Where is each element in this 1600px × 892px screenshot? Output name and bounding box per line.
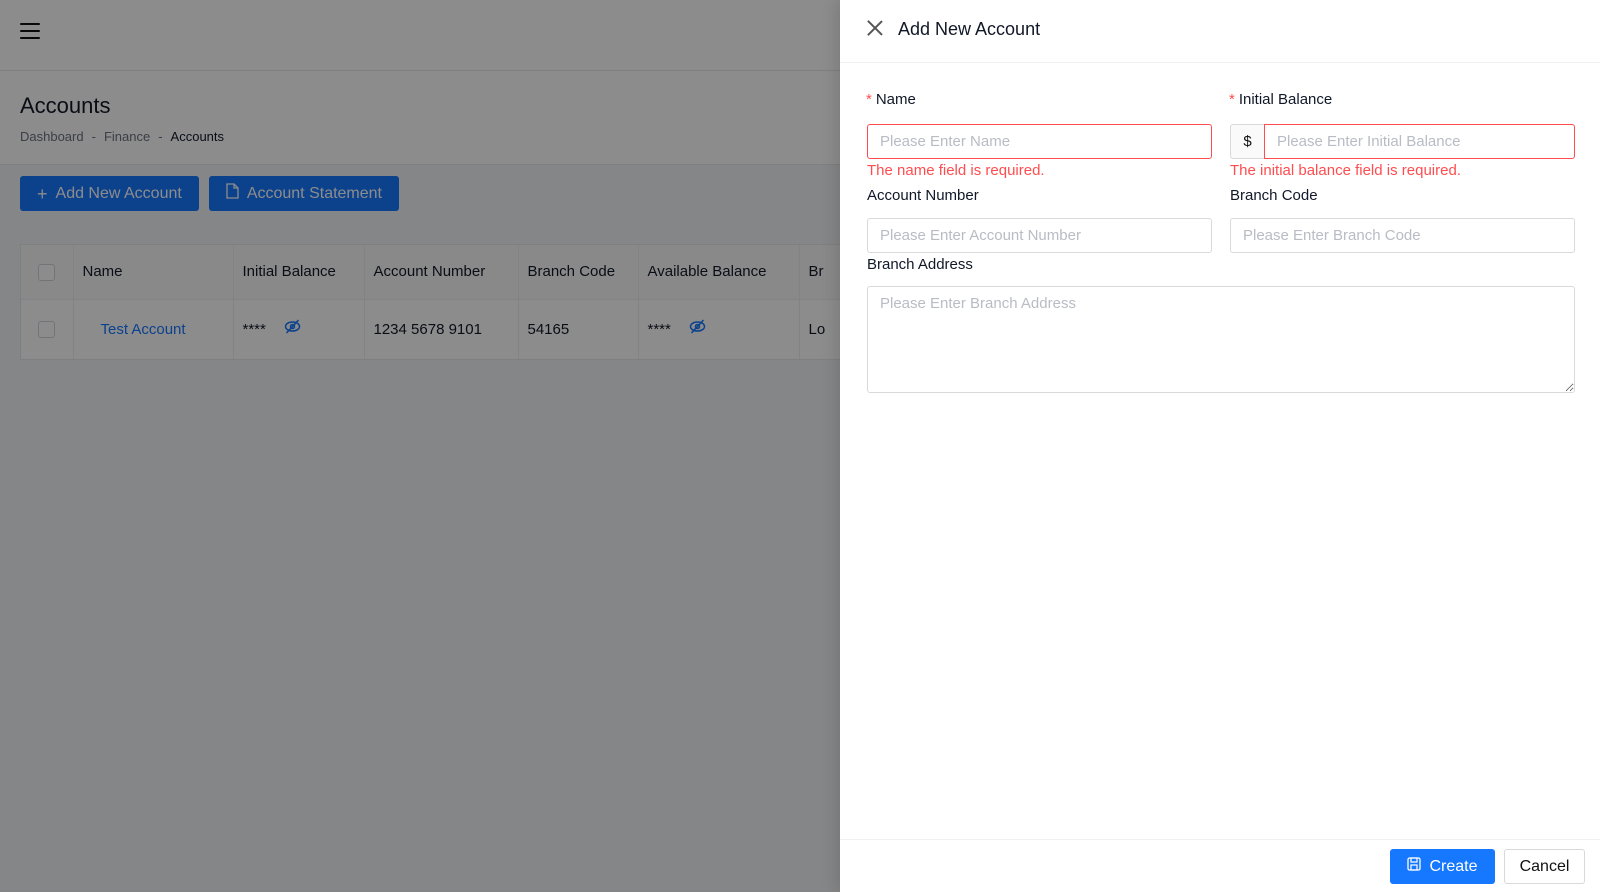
initial-balance-input[interactable] bbox=[1264, 124, 1575, 159]
account-number-label: Account Number bbox=[867, 187, 979, 204]
branch-address-label: Branch Address bbox=[867, 256, 973, 273]
currency-prefix: $ bbox=[1230, 124, 1264, 159]
name-input[interactable] bbox=[867, 124, 1212, 159]
name-error: The name field is required. bbox=[867, 162, 1045, 179]
drawer-header: Add New Account bbox=[840, 0, 1600, 63]
branch-address-textarea[interactable] bbox=[867, 286, 1575, 393]
create-label: Create bbox=[1429, 857, 1478, 875]
name-label: * Name bbox=[866, 91, 916, 108]
account-number-input[interactable] bbox=[867, 218, 1212, 253]
required-mark: * bbox=[866, 91, 872, 108]
initial-balance-error: The initial balance field is required. bbox=[1230, 162, 1461, 179]
close-icon[interactable] bbox=[866, 19, 884, 37]
save-icon bbox=[1407, 857, 1422, 876]
drawer-title: Add New Account bbox=[898, 19, 1041, 39]
cancel-button[interactable]: Cancel bbox=[1504, 849, 1585, 884]
add-account-drawer: Add New Account *Name The name field is … bbox=[840, 0, 1600, 892]
create-button[interactable]: Create bbox=[1390, 849, 1495, 884]
branch-code-label: Branch Code bbox=[1230, 187, 1318, 204]
drawer-footer: Create Cancel bbox=[840, 839, 1600, 892]
required-mark: * bbox=[1229, 91, 1235, 108]
branch-code-input[interactable] bbox=[1230, 218, 1575, 253]
initial-balance-label: * Initial Balance bbox=[1229, 91, 1333, 108]
